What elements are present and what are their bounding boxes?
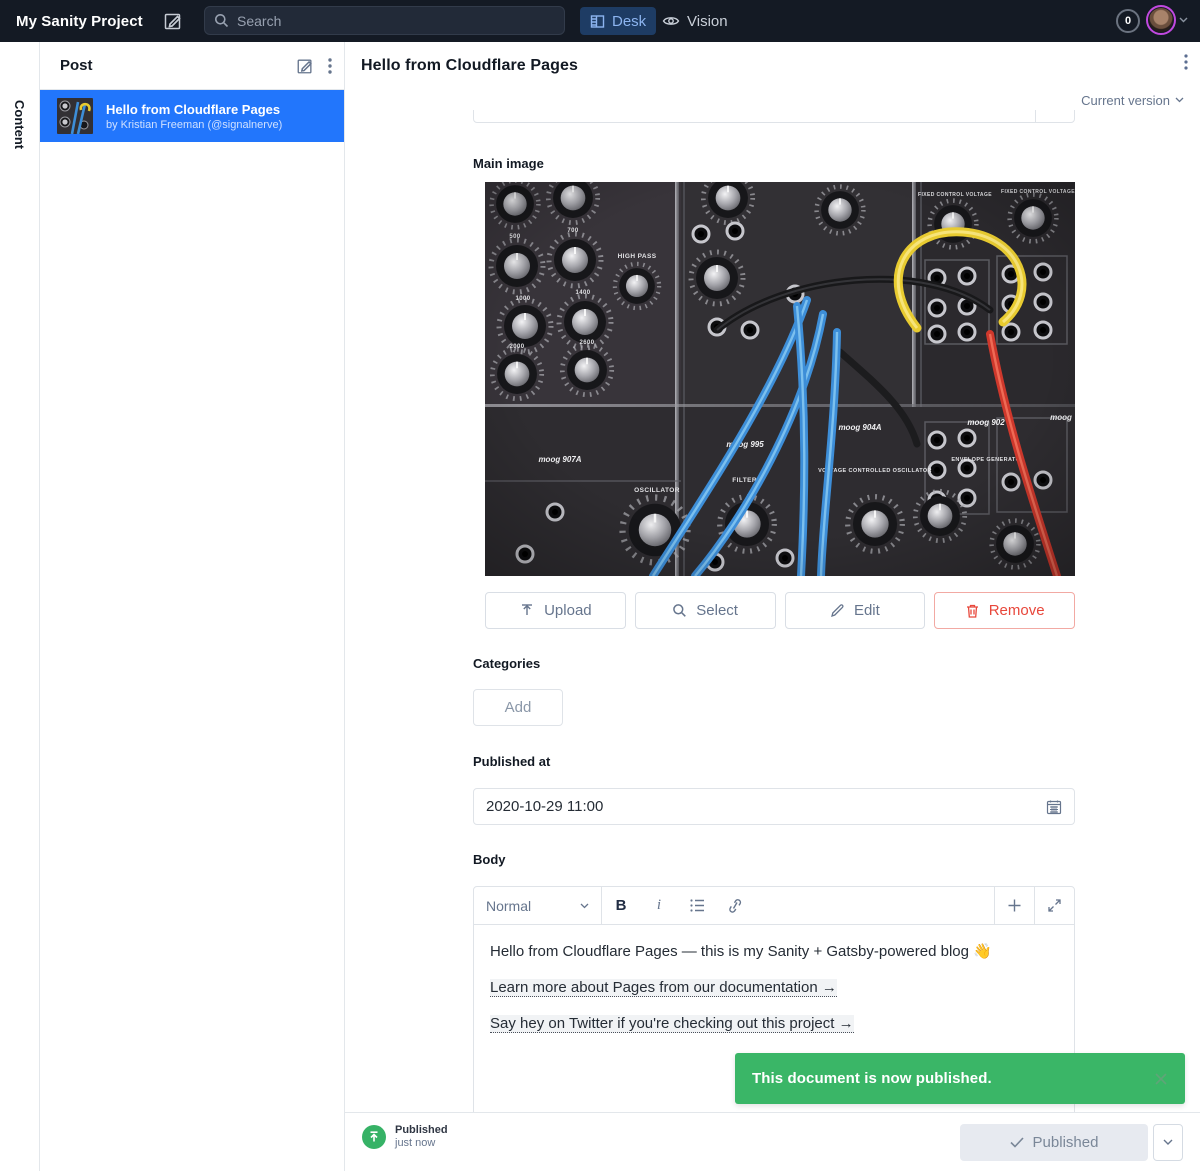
chevron-down-icon <box>1163 1139 1173 1146</box>
app-root: My Sanity Project Desk Vision <box>0 0 1200 1171</box>
check-icon <box>1010 1137 1024 1148</box>
published-status-icon <box>362 1125 386 1149</box>
version-select[interactable]: Current version <box>1081 93 1184 108</box>
status-time: just now <box>395 1137 448 1150</box>
add-category-button[interactable]: Add <box>473 689 563 726</box>
top-navbar: My Sanity Project Desk Vision <box>0 0 1200 42</box>
tab-vision[interactable]: Vision <box>652 7 738 35</box>
project-title[interactable]: My Sanity Project <box>16 0 143 42</box>
body-link-twitter[interactable]: Say hey on Twitter if you're checking ou… <box>490 1015 854 1033</box>
link-button[interactable] <box>716 887 754 924</box>
pencil-icon <box>830 603 845 618</box>
eye-icon <box>662 14 680 28</box>
chevron-down-icon <box>1175 97 1184 103</box>
published-at-label: Published at <box>473 754 550 769</box>
publish-status: Published just now <box>362 1123 448 1150</box>
main-image-preview[interactable]: 500 700 1000 1400 2000 2600 HIGH PASS <box>485 182 1075 576</box>
trash-icon <box>965 603 980 619</box>
body-editor-content[interactable]: Hello from Cloudflare Pages — this is my… <box>474 925 1074 1065</box>
content-rail-label[interactable]: Content <box>12 100 27 149</box>
text-style-value: Normal <box>486 898 531 914</box>
content-rail: Content <box>0 42 40 1171</box>
version-row: Current version <box>345 90 1200 110</box>
edit-button[interactable]: Edit <box>785 592 926 629</box>
search-input[interactable] <box>237 13 555 29</box>
document-header: Hello from Cloudflare Pages <box>345 42 1200 90</box>
publish-button[interactable]: Published <box>960 1124 1148 1161</box>
calendar-icon[interactable] <box>1046 799 1062 815</box>
editor-toolbar: Normal B i <box>474 887 1074 925</box>
body-link-docs[interactable]: Learn more about Pages from our document… <box>490 979 837 997</box>
document-title: Hello from Cloudflare Pages <box>361 57 578 75</box>
notifications-badge[interactable]: 0 <box>1116 9 1140 33</box>
expand-icon <box>1048 899 1061 912</box>
body-paragraph: Hello from Cloudflare Pages — this is my… <box>490 941 1058 963</box>
categories-label: Categories <box>473 656 540 671</box>
chevron-down-icon <box>580 903 589 909</box>
publish-menu-button[interactable] <box>1153 1124 1183 1161</box>
toast-close-icon[interactable] <box>1154 1072 1168 1086</box>
publish-toast: This document is now published. <box>735 1053 1185 1104</box>
bold-button[interactable]: B <box>602 887 640 924</box>
document-pane: Hello from Cloudflare Pages Current vers… <box>345 42 1200 1171</box>
plus-icon <box>1008 899 1021 912</box>
search-icon <box>214 13 229 28</box>
slug-input-partial[interactable] <box>473 110 1075 123</box>
list-pane-header: Post <box>40 42 344 90</box>
avatar <box>1146 5 1176 35</box>
list-item-title: Hello from Cloudflare Pages <box>106 101 282 118</box>
document-list-pane: Post <box>40 42 345 1171</box>
document-menu-icon[interactable] <box>1184 54 1188 70</box>
document-footer: Published just now Published <box>345 1112 1200 1171</box>
published-at-input[interactable]: 2020-10-29 11:00 <box>473 788 1075 825</box>
text-style-select[interactable]: Normal <box>474 887 602 924</box>
search-input-wrap <box>204 6 565 35</box>
user-menu[interactable] <box>1146 5 1188 35</box>
list-item[interactable]: Hello from Cloudflare Pages by Kristian … <box>40 90 344 142</box>
insert-block-button[interactable] <box>995 899 1034 912</box>
published-at-value: 2020-10-29 11:00 <box>486 798 1046 815</box>
create-document-icon[interactable] <box>296 57 314 75</box>
body-label: Body <box>473 852 506 867</box>
tab-desk[interactable]: Desk <box>580 7 656 35</box>
italic-button[interactable]: i <box>640 887 678 924</box>
tab-desk-label: Desk <box>612 13 646 30</box>
bullet-list-button[interactable] <box>678 887 716 924</box>
chevron-down-icon <box>1179 17 1188 23</box>
remove-button[interactable]: Remove <box>934 592 1075 629</box>
toast-message: This document is now published. <box>752 1070 1154 1087</box>
search-icon <box>672 603 687 618</box>
select-button[interactable]: Select <box>635 592 776 629</box>
compose-icon[interactable] <box>163 10 185 32</box>
bullet-list-icon <box>690 899 705 912</box>
main-image-label: Main image <box>473 156 544 171</box>
document-form: Main image <box>345 110 1200 1171</box>
desk-icon <box>590 14 605 29</box>
upload-icon <box>519 603 535 619</box>
image-actions: Upload Select Edit <box>485 592 1075 629</box>
expand-editor-button[interactable] <box>1035 899 1074 912</box>
upload-button[interactable]: Upload <box>485 592 626 629</box>
list-pane-title: Post <box>60 57 93 74</box>
status-title: Published <box>395 1123 448 1137</box>
link-icon <box>727 899 743 913</box>
list-menu-icon[interactable] <box>328 58 332 74</box>
version-select-label: Current version <box>1081 93 1170 108</box>
list-item-thumbnail <box>57 98 93 134</box>
list-item-subtitle: by Kristian Freeman (@signalnerve) <box>106 118 282 132</box>
tab-vision-label: Vision <box>687 13 728 30</box>
